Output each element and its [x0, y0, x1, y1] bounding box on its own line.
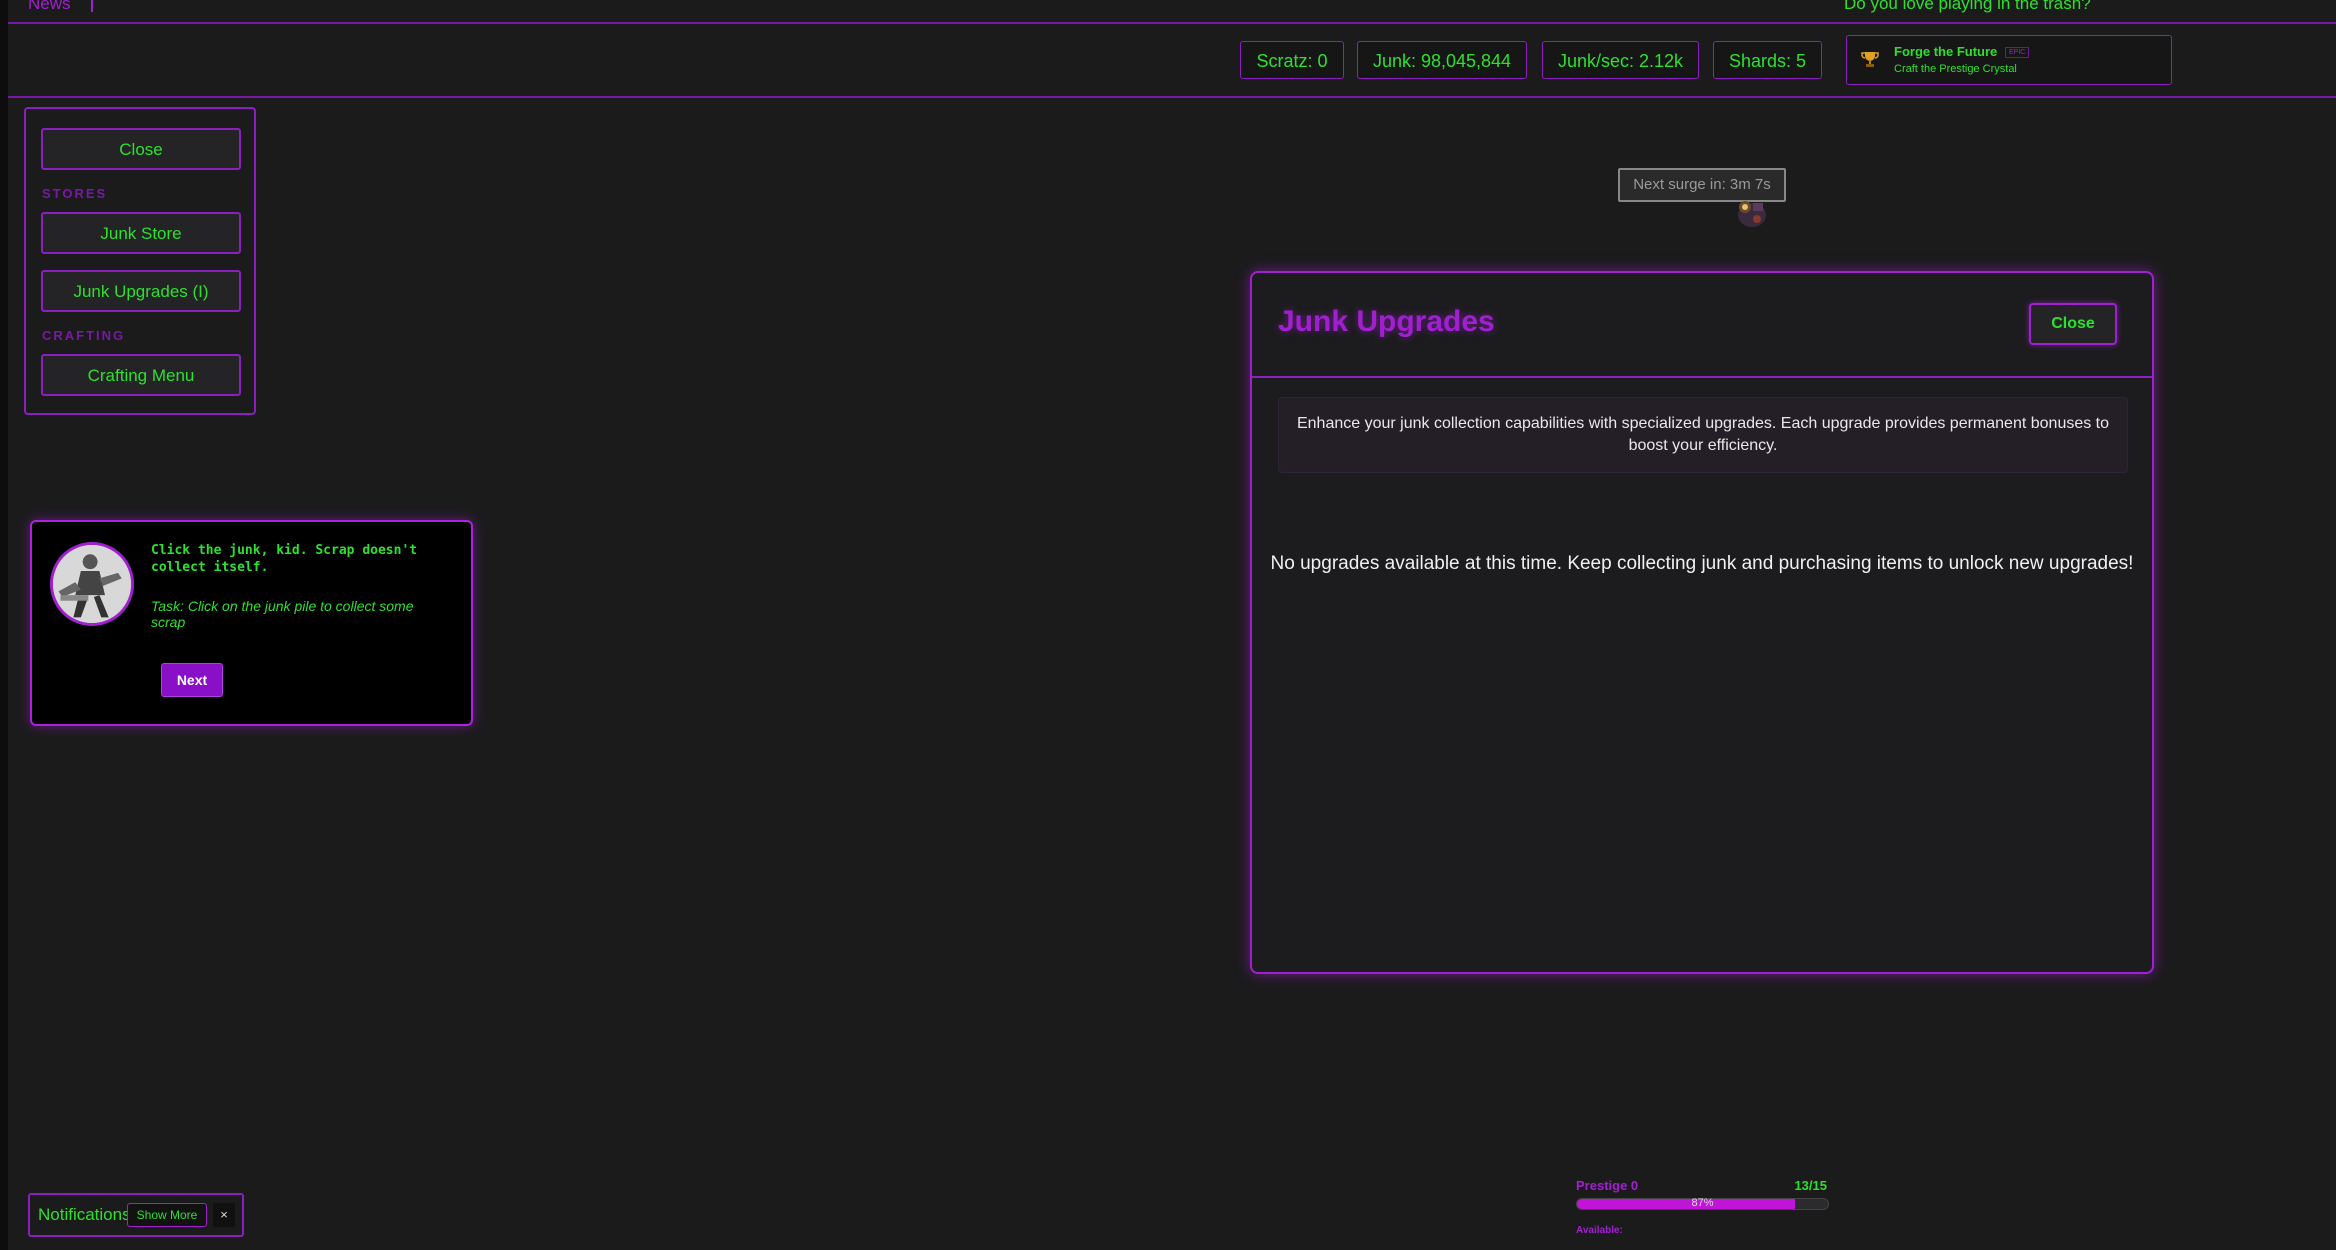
junk-upgrades-button[interactable]: Junk Upgrades (I) — [41, 270, 241, 312]
scratz-stat: Scratz: 0 — [1240, 41, 1344, 79]
achievement-title: Forge the Future — [1894, 44, 1998, 59]
crafting-heading: CRAFTING — [42, 328, 126, 343]
junk-stat: Junk: 98,045,844 — [1357, 41, 1527, 79]
shards-stat: Shards: 5 — [1713, 41, 1822, 79]
window-edge — [0, 0, 8, 1250]
sidebar-close-button[interactable]: Close — [41, 128, 241, 170]
prestige-available-label: Available: — [1576, 1225, 1623, 1236]
crafting-menu-button[interactable]: Crafting Menu — [41, 354, 241, 396]
news-label: News — [28, 0, 71, 13]
news-divider — [91, 0, 93, 12]
modal-description: Enhance your junk collection capabilitie… — [1278, 397, 2128, 473]
modal-close-button[interactable]: Close — [2029, 303, 2117, 345]
stats-bar: Scratz: 0 Junk: 98,045,844 Junk/sec: 2.1… — [8, 22, 2336, 98]
notifications-label: Notifications — [38, 1205, 131, 1224]
prestige-count: 13/15 — [1794, 1178, 1827, 1193]
achievement-description: Craft the Prestige Crystal — [1894, 63, 2017, 75]
tutorial-panel: Click the junk, kid. Scrap doesn't colle… — [30, 520, 473, 726]
trophy-icon — [1861, 52, 1879, 67]
news-ticker: Do you love playing in the trash? — [1844, 0, 2091, 13]
empty-upgrades-message: No upgrades available at this time. Keep… — [1270, 553, 2134, 574]
prestige-percent: 87% — [1691, 1197, 1714, 1209]
news-bar: News Do you love playing in the trash? — [8, 0, 2336, 24]
mentor-avatar — [50, 542, 134, 626]
tutorial-task: Task: Click on the junk pile to collect … — [151, 598, 414, 630]
junk-upgrades-modal: Junk Upgrades Close Enhance your junk co… — [1250, 271, 2154, 974]
modal-title: Junk Upgrades — [1278, 305, 1495, 338]
modal-header: Junk Upgrades Close — [1252, 273, 2152, 378]
junk-per-sec-stat: Junk/sec: 2.12k — [1542, 41, 1699, 79]
notifications-close-button[interactable]: × — [213, 1203, 235, 1227]
tutorial-next-button[interactable]: Next — [161, 663, 223, 697]
achievement-toast[interactable]: Forge the Future EPIC Craft the Prestige… — [1846, 35, 2172, 85]
prestige-label: Prestige 0 — [1576, 1178, 1639, 1193]
prestige-panel: Prestige 0 13/15 87% Available: — [1576, 1176, 1829, 1236]
mentor-figure-icon — [53, 545, 131, 623]
junk-creature-icon[interactable] — [1733, 191, 1771, 231]
show-more-button[interactable]: Show More — [127, 1203, 207, 1227]
sidebar-menu: Close STORES Junk Store Junk Upgrades (I… — [24, 107, 256, 415]
notifications-bar: Notifications Show More × — [28, 1193, 244, 1237]
achievement-rarity-badge: EPIC — [2005, 47, 2030, 58]
junk-store-button[interactable]: Junk Store — [41, 212, 241, 254]
tutorial-message: Click the junk, kid. Scrap doesn't colle… — [151, 543, 418, 575]
stores-heading: STORES — [42, 186, 108, 201]
